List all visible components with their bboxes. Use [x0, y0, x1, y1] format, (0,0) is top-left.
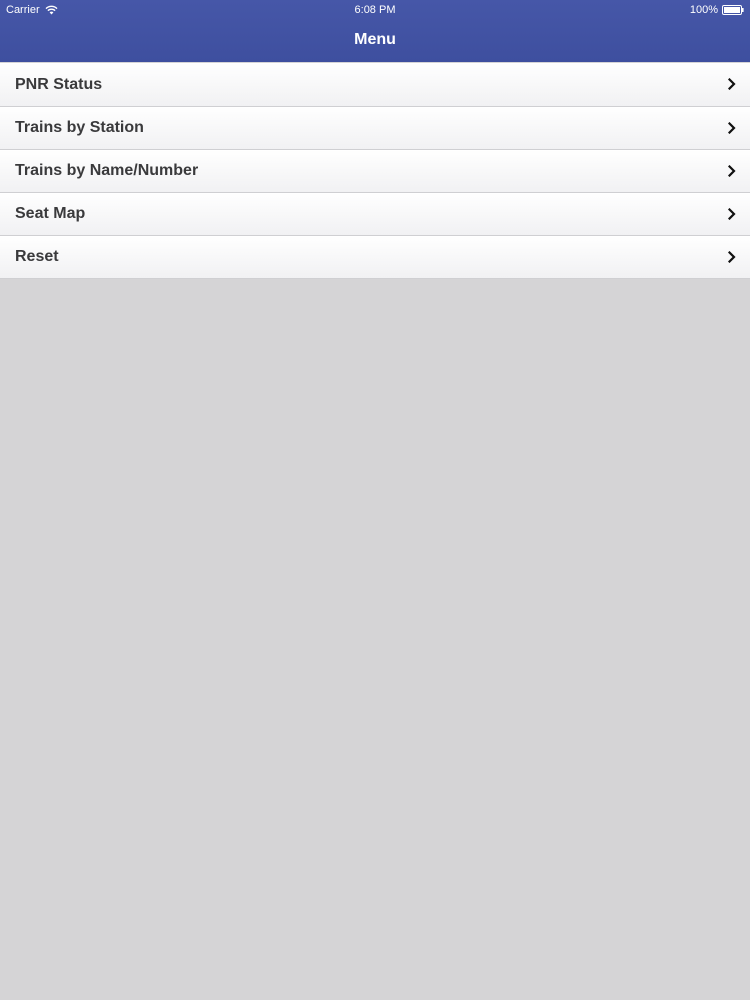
battery-icon — [722, 5, 744, 15]
menu-item-label: PNR Status — [15, 76, 103, 93]
menu-item-label: Trains by Station — [15, 119, 144, 136]
chevron-right-icon — [728, 165, 736, 177]
menu-item-trains-by-name-number[interactable]: Trains by Name/Number — [0, 150, 750, 193]
battery-percent: 100% — [689, 4, 718, 16]
battery-group: 100% — [690, 0, 744, 20]
navigation-bar: Menu — [0, 20, 750, 62]
menu-list: PNR Status Trains by Station Trains by N… — [0, 63, 750, 279]
chevron-right-icon — [728, 251, 736, 263]
chevron-right-icon — [728, 208, 736, 220]
menu-item-label: Reset — [15, 248, 59, 265]
menu-item-label: Trains by Name/Number — [15, 162, 199, 179]
chevron-right-icon — [728, 78, 736, 90]
menu-item-seat-map[interactable]: Seat Map — [0, 193, 750, 236]
menu-item-pnr-status[interactable]: PNR Status — [0, 63, 750, 107]
menu-item-trains-by-station[interactable]: Trains by Station — [0, 107, 750, 150]
chevron-right-icon — [728, 122, 736, 134]
nav-title: Menu — [354, 31, 396, 48]
status-bar: Carrier 6:08 PM 100% — [0, 0, 750, 20]
menu-item-label: Seat Map — [15, 205, 86, 222]
status-time: 6:08 PM — [354, 4, 396, 16]
menu-item-reset[interactable]: Reset — [0, 236, 750, 279]
top-bar: Carrier 6:08 PM 100% Menu — [0, 0, 750, 62]
